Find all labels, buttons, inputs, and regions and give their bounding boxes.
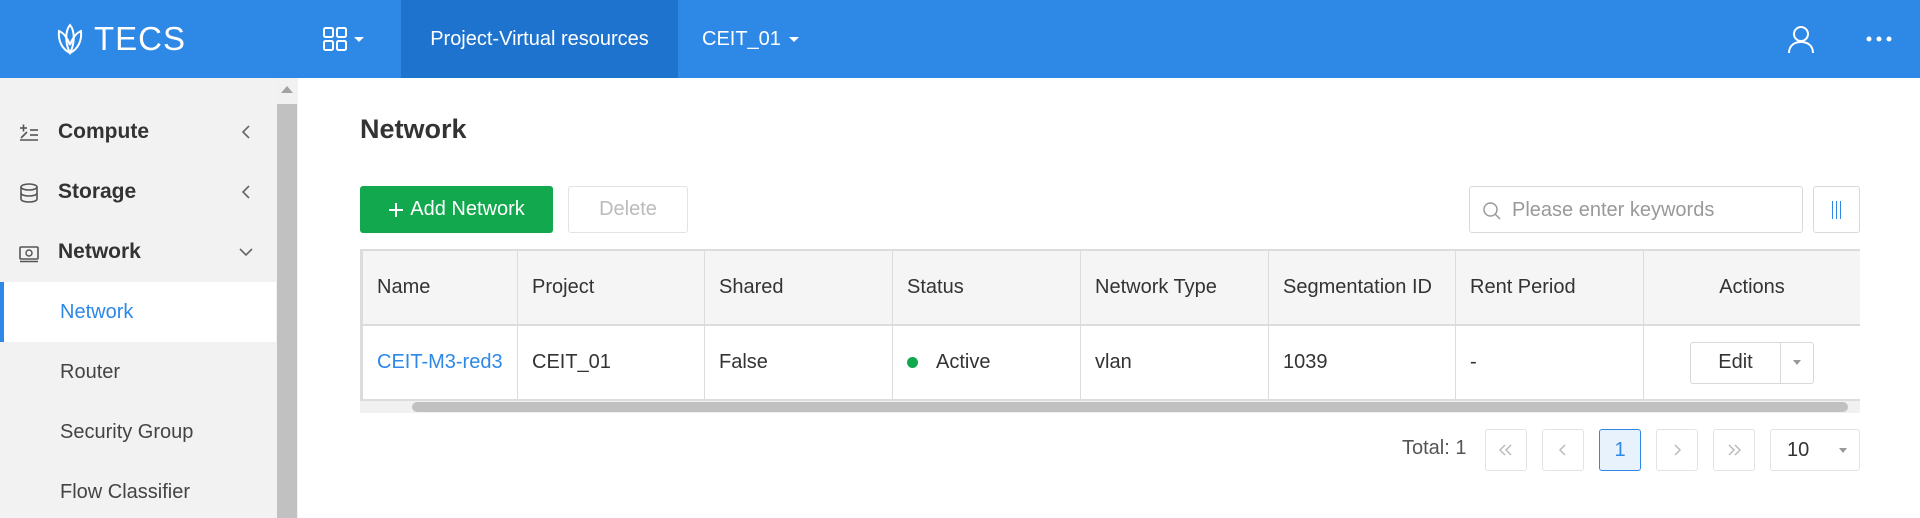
- compute-icon: [20, 124, 38, 141]
- top-bar: TECS Project-Virtual resources CEIT_01: [0, 0, 1920, 78]
- search-box: [1469, 186, 1803, 233]
- more-actions-dropdown[interactable]: [1781, 343, 1813, 383]
- column-header-segmentation-id[interactable]: Segmentation ID: [1269, 251, 1456, 324]
- chevron-left-icon: [241, 185, 250, 199]
- status-text: Active: [936, 351, 991, 373]
- prev-page-button[interactable]: [1542, 429, 1584, 471]
- table-header-row: Name Project Shared Status Network Type …: [363, 251, 1860, 326]
- delete-button[interactable]: Delete: [568, 186, 688, 233]
- columns-icon: [1840, 200, 1841, 219]
- storage-icon: [20, 183, 38, 203]
- project-selector[interactable]: CEIT_01: [702, 0, 799, 78]
- add-network-label: Add Network: [410, 198, 525, 220]
- sidebar-group-storage[interactable]: Storage: [0, 162, 276, 222]
- column-settings-button[interactable]: [1813, 186, 1860, 233]
- tecs-logo[interactable]: TECS: [52, 0, 186, 78]
- tab-label: Project-Virtual resources: [430, 27, 649, 50]
- sidebar-item-label: Security Group: [60, 420, 194, 443]
- search-icon: [1483, 202, 1501, 220]
- apps-menu-button[interactable]: [322, 0, 364, 78]
- caret-down-icon: [1793, 360, 1801, 365]
- column-header-status[interactable]: Status: [893, 251, 1081, 324]
- cell-shared: False: [705, 326, 893, 399]
- sidebar-group-label: Compute: [58, 120, 149, 143]
- double-chevron-left-icon: [1498, 444, 1512, 456]
- cell-rent-period: -: [1456, 326, 1644, 399]
- network-name-link[interactable]: CEIT-M3-red3: [363, 326, 518, 399]
- caret-down-icon: [1839, 448, 1847, 453]
- column-header-actions: Actions: [1719, 276, 1785, 298]
- page-number-button[interactable]: 1: [1599, 429, 1641, 471]
- search-input[interactable]: [1512, 193, 1792, 227]
- delete-label: Delete: [599, 198, 657, 220]
- caret-down-icon: [788, 36, 799, 42]
- status-dot-icon: [907, 357, 918, 368]
- edit-split-button: Edit: [1690, 341, 1814, 384]
- network-table: Name Project Shared Status Network Type …: [360, 249, 1860, 401]
- sidebar-item-label: Router: [60, 360, 121, 383]
- lotus-logo-icon: [57, 23, 83, 56]
- grid-apps-icon: [323, 27, 347, 51]
- columns-icon: [1832, 200, 1833, 219]
- column-header-rent-period[interactable]: Rent Period: [1456, 251, 1644, 324]
- page-title: Network: [360, 114, 467, 144]
- page-size-select[interactable]: 10: [1770, 429, 1860, 471]
- sidebar-item-router[interactable]: Router: [0, 342, 276, 402]
- add-network-button[interactable]: Add Network: [360, 186, 553, 233]
- cell-network-type: vlan: [1081, 326, 1269, 399]
- sidebar-group-network[interactable]: Network: [0, 222, 276, 282]
- sidebar-scrollbar-thumb[interactable]: [277, 104, 297, 518]
- column-header-project[interactable]: Project: [518, 251, 705, 324]
- sidebar-item-flow-classifier[interactable]: Flow Classifier: [0, 462, 276, 518]
- logo-text: TECS: [94, 20, 187, 57]
- last-page-button[interactable]: [1713, 429, 1755, 471]
- sidebar-group-label: Storage: [58, 180, 137, 203]
- column-header-network-type[interactable]: Network Type: [1081, 251, 1269, 324]
- sidebar-group-label: Network: [58, 240, 141, 263]
- total-count: Total: 1: [1402, 437, 1467, 459]
- user-menu-button[interactable]: [1785, 0, 1817, 78]
- table-row: CEIT-M3-red3 CEIT_01 False Active vlan 1…: [363, 326, 1860, 401]
- chevron-right-icon: [1674, 444, 1682, 456]
- scroll-up-arrow-icon[interactable]: [281, 86, 293, 93]
- sidebar-group-compute[interactable]: Compute: [0, 102, 276, 162]
- sidebar-item-network[interactable]: Network: [0, 282, 276, 342]
- sidebar-item-label: Flow Classifier: [60, 480, 191, 503]
- columns-icon: [1836, 200, 1837, 219]
- chevron-left-icon: [241, 125, 250, 139]
- double-chevron-right-icon: [1728, 444, 1742, 456]
- caret-down-icon: [354, 36, 364, 42]
- sidebar-item-label: Network: [60, 300, 134, 323]
- plus-icon: [389, 202, 404, 217]
- chevron-left-icon: [1558, 444, 1566, 456]
- cell-status: Active: [893, 326, 1081, 399]
- column-header-shared[interactable]: Shared: [705, 251, 893, 324]
- cell-project: CEIT_01: [518, 326, 705, 399]
- first-page-button[interactable]: [1485, 429, 1527, 471]
- chevron-down-icon: [239, 248, 253, 257]
- user-icon: [1788, 26, 1814, 54]
- column-header-name[interactable]: Name: [363, 251, 518, 324]
- project-selector-label: CEIT_01: [702, 27, 781, 50]
- next-page-button[interactable]: [1656, 429, 1698, 471]
- more-dots-icon: [1866, 36, 1892, 42]
- edit-button[interactable]: Edit: [1691, 342, 1781, 383]
- page-size-value: 10: [1787, 438, 1810, 461]
- network-icon: [19, 246, 39, 263]
- sidebar-item-security-group[interactable]: Security Group: [0, 402, 276, 462]
- table-scrollbar-thumb[interactable]: [412, 402, 1848, 412]
- cell-actions: Edit: [1644, 326, 1860, 399]
- tab-project-virtual-resources[interactable]: Project-Virtual resources: [401, 0, 678, 78]
- more-menu-button[interactable]: [1865, 0, 1893, 78]
- cell-segmentation-id: 1039: [1269, 326, 1456, 399]
